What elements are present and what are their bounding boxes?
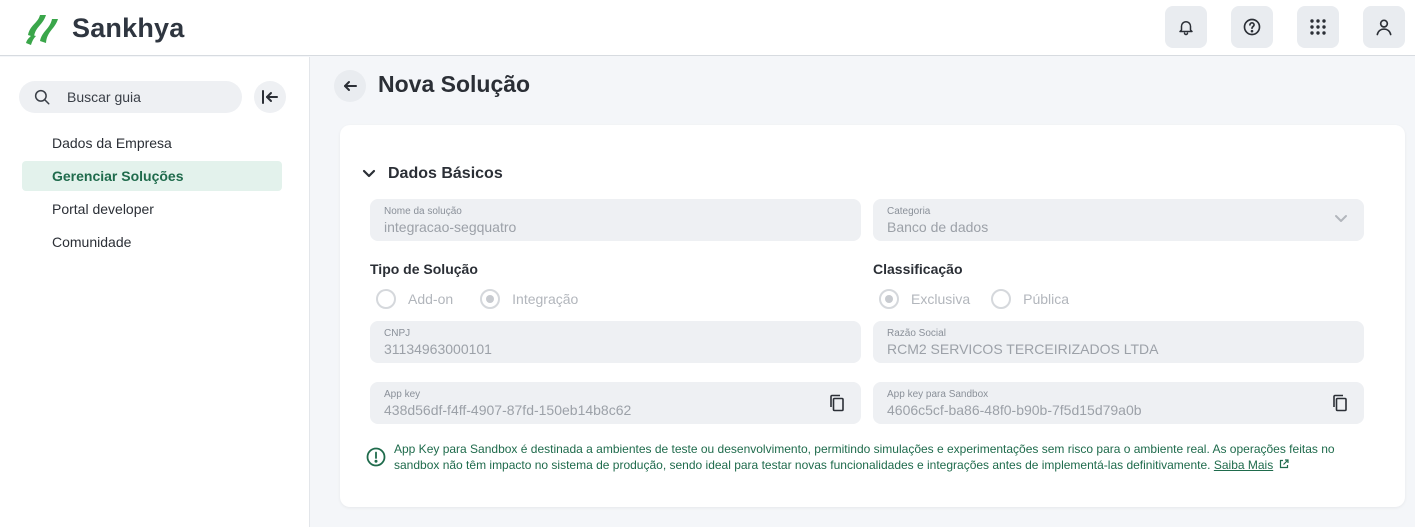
field-label: Categoria	[887, 206, 931, 217]
external-link-icon[interactable]	[1279, 459, 1289, 469]
radio-circle-selected[interactable]	[480, 289, 501, 309]
sankhya-logo-icon	[26, 15, 58, 45]
category-select[interactable]: Categoria Banco de dados	[873, 199, 1364, 241]
radio-circle-selected[interactable]	[879, 289, 899, 309]
learn-more-link[interactable]: Saiba Mais	[1214, 458, 1273, 472]
field-value: RCM2 SERVICOS TERCEIRIZADOS LTDA	[887, 341, 1159, 357]
search-icon	[34, 89, 50, 105]
notifications-button[interactable]	[1165, 6, 1207, 48]
arrow-left-icon	[344, 81, 357, 91]
razao-social-field[interactable]: Razão Social RCM2 SERVICOS TERCEIRIZADOS…	[873, 321, 1364, 363]
classification-radio-group: Exclusiva Pública	[879, 289, 1069, 309]
field-label: CNPJ	[384, 328, 411, 339]
radio-integracao[interactable]: Integração	[480, 289, 578, 309]
profile-button[interactable]	[1363, 6, 1405, 48]
help-circle-icon	[1243, 18, 1261, 36]
field-label: Razão Social	[887, 328, 946, 339]
copy-icon[interactable]	[829, 394, 845, 412]
solution-type-label: Tipo de Solução	[370, 261, 478, 277]
chevron-down-icon	[1335, 215, 1347, 222]
section-header[interactable]: Dados Básicos	[362, 165, 503, 183]
brand-logo[interactable]: Sankhya	[24, 9, 184, 47]
collapse-left-icon	[262, 90, 278, 104]
top-bar: Sankhya	[0, 0, 1415, 56]
solution-type-radio-group: Add-on Integração	[376, 289, 578, 309]
radio-publica[interactable]: Pública	[991, 289, 1069, 309]
field-label: App key	[384, 389, 421, 400]
app-key-field[interactable]: App key 438d56df-f4ff-4907-87fd-150eb14b…	[370, 382, 861, 424]
sidebar: Dados da Empresa Gerenciar Soluções Port…	[0, 57, 310, 527]
collapse-sidebar-button[interactable]	[254, 81, 286, 113]
apps-button[interactable]	[1297, 6, 1339, 48]
search-input[interactable]	[67, 89, 217, 105]
radio-circle[interactable]	[991, 289, 1012, 309]
info-message: App Key para Sandbox é destinada a ambie…	[394, 442, 1335, 472]
form-card: Dados Básicos Nome da solução integracao…	[340, 125, 1405, 507]
user-icon	[1376, 19, 1392, 36]
info-alert-icon	[366, 447, 386, 467]
brand-name: Sankhya	[72, 12, 185, 43]
sidebar-item-portal-developer[interactable]: Portal developer	[22, 194, 282, 224]
radio-exclusiva[interactable]: Exclusiva	[879, 289, 970, 309]
sidebar-item-dados-da-empresa[interactable]: Dados da Empresa	[22, 128, 282, 158]
field-value: 31134963000101	[384, 341, 492, 357]
chevron-down-icon	[362, 169, 376, 178]
info-text: App Key para Sandbox é destinada a ambie…	[394, 441, 1346, 473]
radio-add-on[interactable]: Add-on	[376, 289, 453, 309]
sandbox-app-key-field[interactable]: App key para Sandbox 4606c5cf-ba86-48f0-…	[873, 382, 1364, 424]
field-label: App key para Sandbox	[887, 389, 989, 400]
bell-icon	[1179, 21, 1193, 36]
back-button[interactable]	[334, 70, 366, 102]
field-label: Nome da solução	[384, 206, 462, 217]
radio-label: Pública	[1023, 291, 1070, 307]
sandbox-info-note: App Key para Sandbox é destinada a ambie…	[366, 441, 1346, 473]
apps-grid-icon	[1310, 19, 1326, 35]
help-button[interactable]	[1231, 6, 1273, 48]
radio-circle[interactable]	[376, 289, 396, 309]
classification-label: Classificação	[873, 261, 963, 277]
radio-label: Integração	[512, 291, 579, 307]
field-value: 438d56df-f4ff-4907-87fd-150eb14b8c62	[384, 402, 632, 418]
solution-name-field[interactable]: Nome da solução integracao-segquatro	[370, 199, 861, 241]
cnpj-field[interactable]: CNPJ 31134963000101	[370, 321, 861, 363]
sidebar-item-comunidade[interactable]: Comunidade	[22, 227, 282, 257]
radio-label: Exclusiva	[911, 291, 971, 307]
field-value: 4606c5cf-ba86-48f0-b90b-7f5d15d79a0b	[887, 402, 1142, 418]
radio-label: Add-on	[408, 291, 454, 307]
field-value: integracao-segquatro	[384, 219, 517, 235]
sidebar-nav: Dados da Empresa Gerenciar Soluções Port…	[22, 128, 282, 260]
search-box[interactable]	[19, 81, 242, 113]
copy-icon[interactable]	[1332, 394, 1348, 412]
field-value: Banco de dados	[887, 219, 989, 235]
sidebar-item-gerenciar-solucoes[interactable]: Gerenciar Soluções	[22, 161, 282, 191]
page-title: Nova Solução	[378, 71, 531, 97]
section-title: Dados Básicos	[388, 165, 503, 182]
